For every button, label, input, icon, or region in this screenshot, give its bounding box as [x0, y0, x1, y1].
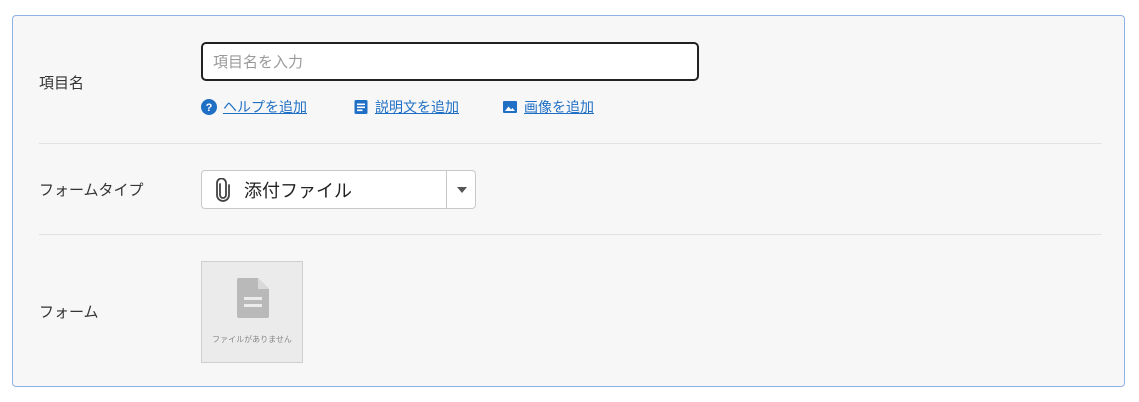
row-divider — [39, 143, 1102, 144]
image-icon — [503, 101, 517, 113]
select-divider — [446, 171, 447, 208]
document-icon — [237, 278, 269, 318]
file-preview-box: ファイルがありません — [201, 261, 303, 363]
add-image-link[interactable]: 画像を追加 — [502, 97, 594, 117]
form-type-label: フォームタイプ — [39, 181, 144, 199]
paperclip-icon — [216, 177, 230, 202]
no-file-text: ファイルがありません — [212, 335, 292, 344]
form-type-selected-value: 添付ファイル — [244, 180, 352, 202]
chevron-down-icon[interactable] — [457, 187, 467, 193]
item-name-input[interactable] — [201, 42, 699, 81]
help-circle-icon: ? — [201, 99, 217, 115]
add-description-link[interactable]: 説明文を追加 — [353, 97, 459, 117]
add-help-link-label[interactable]: ヘルプを追加 — [223, 97, 307, 117]
item-name-label: 項目名 — [39, 74, 85, 92]
row-divider — [39, 234, 1102, 235]
description-icon — [354, 100, 368, 114]
add-image-link-label[interactable]: 画像を追加 — [524, 97, 594, 117]
add-description-link-label[interactable]: 説明文を追加 — [375, 97, 459, 117]
add-help-link[interactable]: ? ヘルプを追加 — [201, 97, 307, 117]
form-label: フォーム — [39, 303, 99, 321]
form-item-editor-panel: 項目名 ? ヘルプを追加 説明文を追加 画像を追加 フォームタイプ — [12, 15, 1125, 387]
form-type-select[interactable]: 添付ファイル — [201, 170, 476, 209]
svg-text:?: ? — [206, 102, 213, 114]
